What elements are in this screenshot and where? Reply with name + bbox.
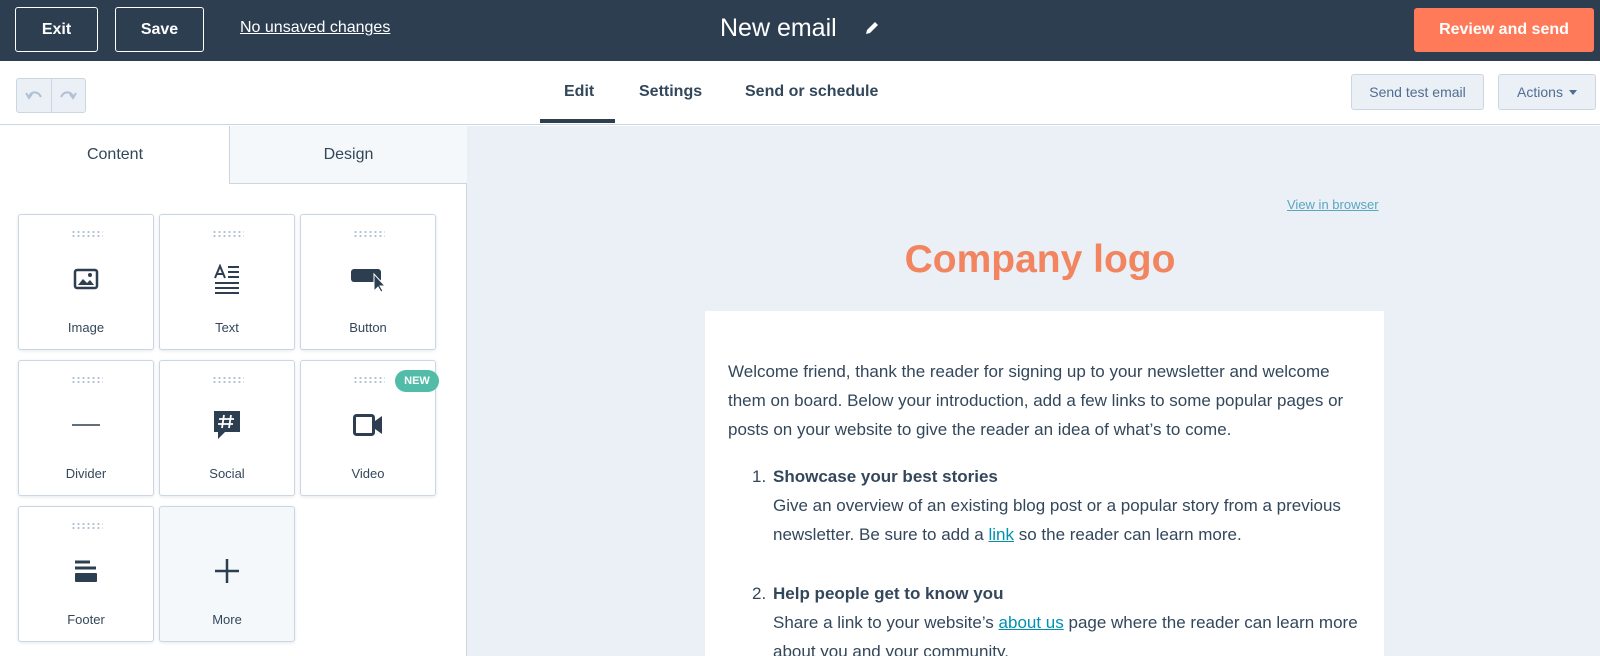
undo-button[interactable]	[17, 79, 52, 112]
image-module-tile[interactable]: Image	[18, 214, 154, 350]
video-icon	[353, 414, 382, 436]
drag-handle-icon	[71, 522, 103, 530]
tile-label: Video	[351, 466, 385, 481]
list-item-title[interactable]: Help people get to know you	[773, 584, 1003, 604]
plus-icon	[215, 559, 239, 583]
view-in-browser-link[interactable]: View in browser	[1287, 197, 1379, 212]
pencil-icon[interactable]	[863, 19, 881, 37]
body-text: so the reader can learn more.	[1013, 525, 1242, 544]
about-us-link[interactable]: about us	[999, 613, 1064, 632]
social-icon	[214, 411, 240, 439]
list-item-title[interactable]: Showcase your best stories	[773, 467, 998, 487]
tile-label: Text	[215, 320, 239, 335]
save-button[interactable]: Save	[115, 7, 204, 52]
more-modules-tile[interactable]: More	[159, 506, 295, 642]
drag-handle-icon	[212, 376, 244, 384]
email-title[interactable]: New email	[720, 14, 837, 43]
intro-paragraph[interactable]: Welcome friend, thank the reader for sig…	[728, 357, 1358, 444]
caret-down-icon	[1568, 89, 1577, 95]
new-badge: NEW	[395, 370, 439, 392]
list-item-body[interactable]: Give an overview of an existing blog pos…	[773, 491, 1363, 549]
tile-label: Divider	[65, 466, 107, 481]
button-module-tile[interactable]: Button	[300, 214, 436, 350]
company-logo[interactable]: Company logo	[700, 238, 1380, 282]
tab-content[interactable]: Content	[0, 126, 230, 184]
unsaved-changes-link[interactable]: No unsaved changes	[240, 19, 390, 37]
divider-icon	[72, 424, 100, 426]
undo-redo-group	[16, 78, 86, 113]
image-icon	[73, 268, 99, 290]
tile-label: Image	[67, 320, 105, 335]
social-module-tile[interactable]: Social	[159, 360, 295, 496]
tab-design[interactable]: Design	[229, 126, 467, 184]
tab-edit[interactable]: Edit	[564, 83, 594, 101]
active-tab-indicator	[540, 119, 615, 123]
text-icon	[214, 264, 239, 294]
tile-label: Footer	[67, 612, 105, 627]
tab-settings[interactable]: Settings	[639, 83, 702, 101]
editor-toolbar: Edit Settings Send or schedule Send test…	[0, 61, 1600, 125]
divider-module-tile[interactable]: Divider	[18, 360, 154, 496]
undo-icon	[24, 90, 42, 100]
body-text: Share a link to your website’s	[773, 613, 999, 632]
button-icon	[351, 269, 386, 293]
tile-label: More	[212, 612, 242, 627]
redo-icon	[60, 90, 78, 100]
footer-module-tile[interactable]: Footer	[18, 506, 154, 642]
text-module-tile[interactable]: Text	[159, 214, 295, 350]
list-item-body[interactable]: Share a link to your website’s about us …	[773, 608, 1363, 656]
tile-label: Button	[349, 320, 387, 335]
footer-icon	[75, 560, 97, 582]
drag-handle-icon	[353, 230, 385, 238]
actions-label: Actions	[1517, 84, 1563, 100]
drag-handle-icon	[353, 376, 385, 384]
list-number: 1.	[752, 467, 767, 486]
review-and-send-button[interactable]: Review and send	[1414, 8, 1594, 52]
redo-button[interactable]	[52, 79, 86, 112]
drag-handle-icon	[212, 230, 244, 238]
link[interactable]: link	[988, 525, 1014, 544]
top-bar: Exit Save No unsaved changes New email R…	[0, 0, 1600, 61]
drag-handle-icon	[71, 376, 103, 384]
tab-send-or-schedule[interactable]: Send or schedule	[745, 83, 878, 101]
send-test-email-button[interactable]: Send test email	[1351, 74, 1484, 110]
exit-button[interactable]: Exit	[15, 7, 98, 52]
tile-label: Social	[209, 466, 245, 481]
drag-handle-icon	[71, 230, 103, 238]
list-number: 2.	[752, 584, 767, 603]
actions-dropdown[interactable]: Actions	[1498, 74, 1596, 110]
